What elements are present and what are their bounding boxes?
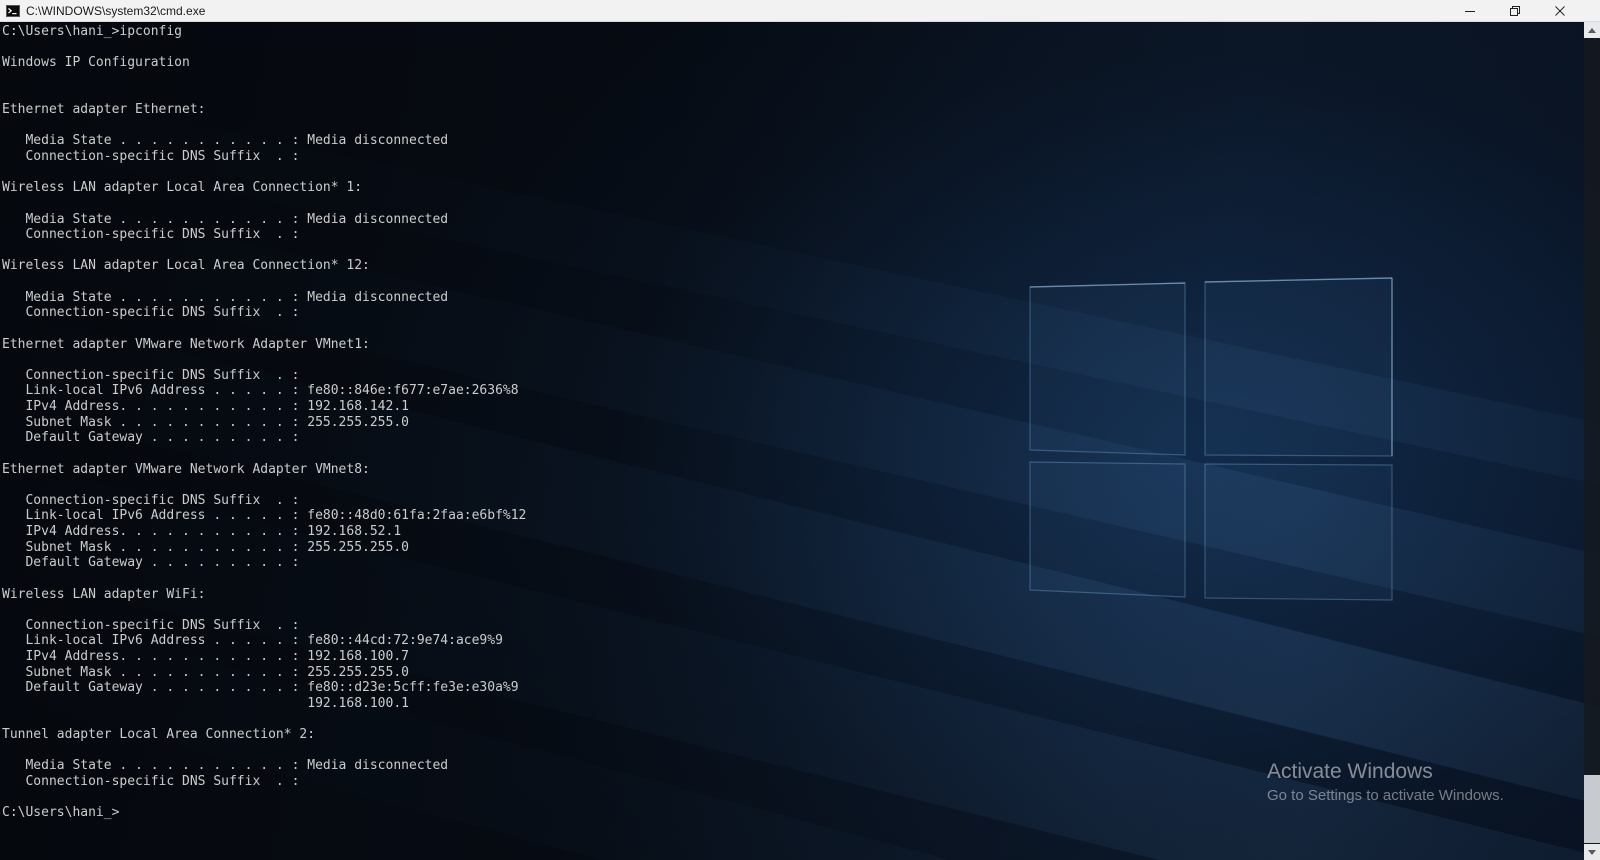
console-area[interactable]: C:\Users\hani_>ipconfig Windows IP Confi… — [0, 22, 1600, 860]
minimize-icon — [1464, 10, 1475, 12]
vertical-scrollbar[interactable] — [1584, 22, 1600, 860]
window-controls — [1447, 0, 1600, 21]
restore-icon — [1509, 5, 1520, 16]
scrollbar-thumb[interactable] — [1584, 775, 1600, 843]
close-button[interactable] — [1537, 0, 1582, 21]
restore-button[interactable] — [1492, 0, 1537, 21]
minimize-button[interactable] — [1447, 0, 1492, 21]
arrow-up-icon — [1588, 27, 1596, 33]
terminal-output: C:\Users\hani_>ipconfig Windows IP Confi… — [2, 24, 527, 821]
window-title: C:\WINDOWS\system32\cmd.exe — [26, 3, 206, 18]
watermark-title: Activate Windows — [1267, 760, 1433, 783]
scroll-down-button[interactable] — [1584, 844, 1600, 860]
close-icon — [1554, 5, 1565, 16]
cmd-icon — [6, 4, 20, 18]
activate-windows-watermark: Activate Windows Go to Settings to activ… — [1267, 760, 1504, 804]
cmd-window: C:\WINDOWS\system32\cmd.exe C:\Users\han… — [0, 0, 1600, 860]
scroll-up-button[interactable] — [1584, 22, 1600, 38]
watermark-subtitle: Go to Settings to activate Windows. — [1267, 787, 1504, 804]
arrow-down-icon — [1588, 849, 1596, 855]
title-bar[interactable]: C:\WINDOWS\system32\cmd.exe — [0, 0, 1600, 22]
